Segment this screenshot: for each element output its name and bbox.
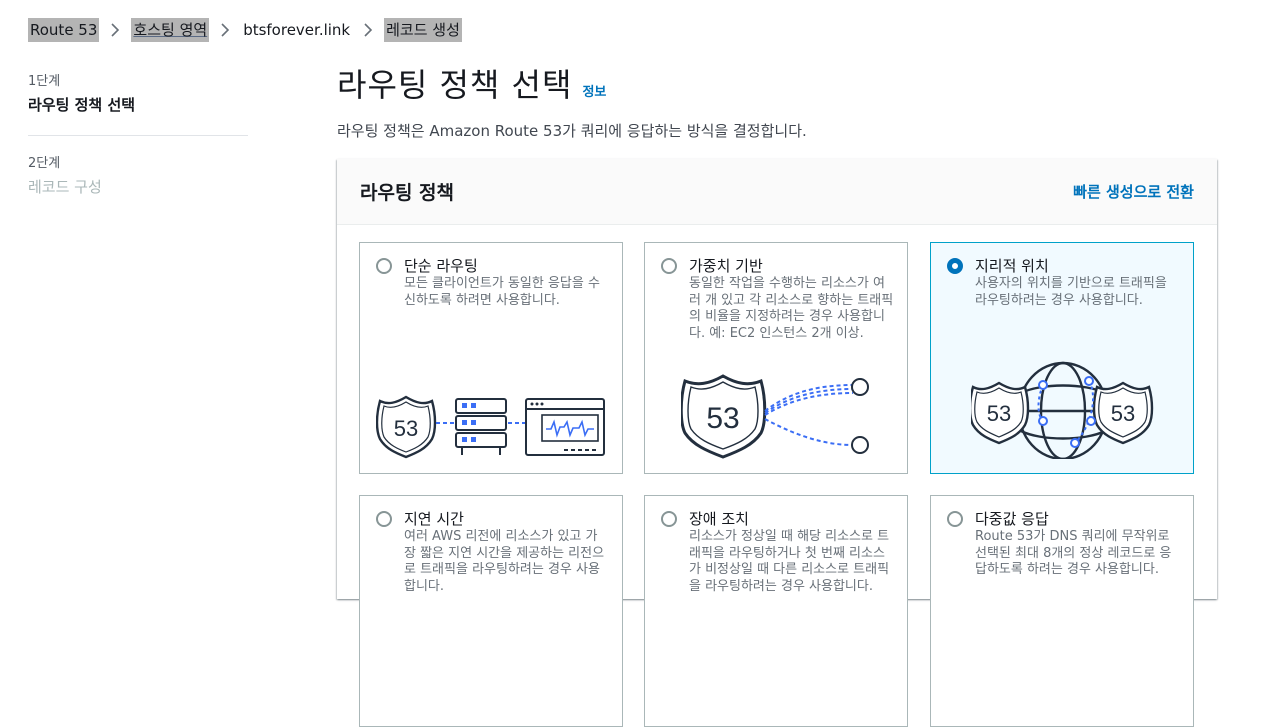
radio-button[interactable] (661, 511, 677, 527)
radio-button-selected[interactable] (947, 258, 963, 274)
policy-title: 지연 시간 (404, 510, 464, 528)
policy-description: Route 53가 DNS 쿼리에 무작위로 선택된 최대 8개의 정상 레코드… (975, 529, 1172, 577)
breadcrumb-hosted-zones[interactable]: 호스팅 영역 (131, 18, 210, 42)
shield-number: 53 (706, 402, 739, 435)
geolocation-illustration: 53 53 (971, 361, 1154, 459)
step-2: 2단계 레코드 구성 (28, 154, 248, 197)
chevron-right-icon (99, 23, 131, 37)
policy-description: 여러 AWS 리전에 리소스가 있고 가장 짧은 지연 시간을 제공하는 리전으… (404, 529, 605, 594)
browser-window-icon (525, 398, 605, 456)
breadcrumb: Route 53 호스팅 영역 btsforever.link 레코드 생성 (28, 16, 462, 44)
page-description: 라우팅 정책은 Amazon Route 53가 쿼리에 응답하는 방식을 결정… (337, 122, 807, 140)
step-number: 2단계 (28, 156, 61, 171)
shield-number: 53 (987, 401, 1011, 426)
step-1: 1단계 라우팅 정책 선택 (28, 72, 248, 115)
simple-routing-illustration: 53 (376, 395, 605, 459)
step-divider (28, 135, 248, 136)
info-link[interactable]: 정보 (582, 81, 606, 100)
weighted-routing-illustration: 53 (681, 374, 869, 459)
route53-shield-icon: 53 (681, 374, 767, 459)
radio-button[interactable] (376, 258, 392, 274)
radio-button[interactable] (661, 258, 677, 274)
breadcrumb-domain[interactable]: btsforever.link (241, 18, 352, 42)
shield-number: 53 (394, 416, 418, 441)
policy-title: 다중값 응답 (975, 510, 1049, 528)
breadcrumb-route53[interactable]: Route 53 (28, 18, 100, 42)
page-heading: 라우팅 정책 선택 (337, 66, 573, 104)
step-title: 레코드 구성 (28, 178, 102, 196)
routing-policy-panel: 라우팅 정책 빠른 생성으로 전환 단순 라우팅 모든 클라이언트가 동일한 응… (337, 159, 1217, 727)
policy-description: 동일한 작업을 수행하는 리소스가 여러 개 있고 각 리소스로 향하는 트래픽… (689, 276, 894, 341)
policy-card-geolocation[interactable]: 지리적 위치 사용자의 위치를 기반으로 트래픽을 라우팅하려는 경우 사용합니… (930, 242, 1194, 474)
policy-description: 사용자의 위치를 기반으로 트래픽을 라우팅하려는 경우 사용합니다. (975, 276, 1167, 308)
policy-description: 리소스가 정상일 때 해당 리소스로 트래픽을 라우팅하거나 첫 번째 리소스가… (689, 529, 890, 594)
main-content: 라우팅 정책 선택 정보 라우팅 정책은 Amazon Route 53가 쿼리… (337, 60, 1217, 141)
route53-shield-icon: 53 (376, 395, 437, 459)
chevron-right-icon (209, 23, 241, 37)
step-number: 1단계 (28, 74, 61, 89)
policy-card-simple[interactable]: 단순 라우팅 모든 클라이언트가 동일한 응답을 수신하도록 하려면 사용합니다… (359, 242, 623, 474)
chevron-right-icon (352, 23, 384, 37)
shield-number: 53 (1111, 401, 1135, 426)
radio-button[interactable] (947, 511, 963, 527)
panel-header: 라우팅 정책 빠른 생성으로 전환 (337, 159, 1217, 225)
breadcrumb-create-record: 레코드 생성 (384, 18, 462, 42)
policy-card-multivalue[interactable]: 다중값 응답 Route 53가 DNS 쿼리에 무작위로 선택된 최대 8개의… (930, 495, 1194, 727)
route53-shield-icon: 53 (971, 381, 1030, 445)
radio-button[interactable] (376, 511, 392, 527)
policy-title: 가중치 기반 (689, 257, 763, 275)
policy-card-failover[interactable]: 장애 조치 리소스가 정상일 때 해당 리소스로 트래픽을 라우팅하거나 첫 번… (644, 495, 908, 727)
policy-title: 단순 라우팅 (404, 257, 478, 275)
step-title: 라우팅 정책 선택 (28, 96, 136, 114)
policy-title: 장애 조치 (689, 510, 749, 528)
server-stack-icon (455, 398, 507, 455)
panel-title: 라우팅 정책 (360, 182, 455, 204)
wizard-steps: 1단계 라우팅 정책 선택 2단계 레코드 구성 (28, 72, 248, 197)
policy-description: 모든 클라이언트가 동일한 응답을 수신하도록 하려면 사용합니다. (404, 276, 600, 308)
policy-card-latency[interactable]: 지연 시간 여러 AWS 리전에 리소스가 있고 가장 짧은 지연 시간을 제공… (359, 495, 623, 727)
page-title: 라우팅 정책 선택 정보 (337, 60, 1217, 106)
policy-title: 지리적 위치 (975, 257, 1049, 275)
switch-to-quick-create-link[interactable]: 빠른 생성으로 전환 (1073, 181, 1194, 202)
policy-card-weighted[interactable]: 가중치 기반 동일한 작업을 수행하는 리소스가 여러 개 있고 각 리소스로 … (644, 242, 908, 474)
